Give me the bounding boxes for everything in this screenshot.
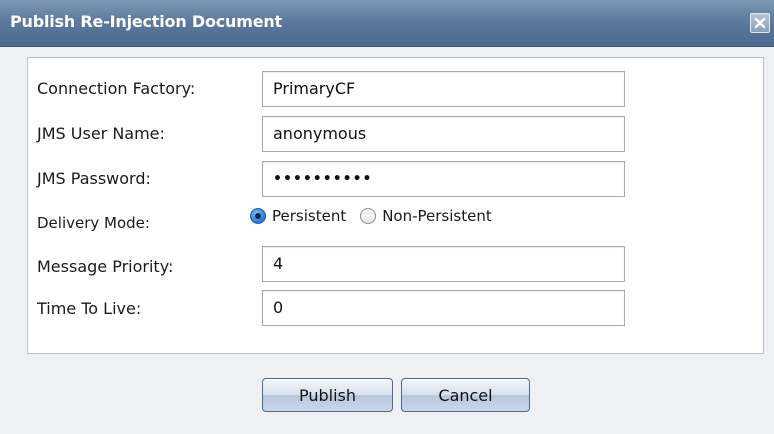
connection-factory-field[interactable]: PrimaryCF — [262, 71, 625, 107]
close-icon — [754, 17, 766, 29]
message-priority-field[interactable]: 4 — [262, 246, 625, 282]
jms-password-field[interactable]: •••••••••• — [262, 161, 625, 197]
dialog-title: Publish Re-Injection Document — [10, 12, 282, 31]
time-to-live-label: Time To Live: — [37, 299, 142, 318]
jms-user-name-field[interactable]: anonymous — [262, 116, 625, 152]
delivery-mode-label: Delivery Mode: — [37, 214, 150, 232]
publish-dialog: Publish Re-Injection Document Connection… — [0, 0, 774, 434]
connection-factory-label: Connection Factory: — [37, 79, 196, 98]
jms-user-name-label: JMS User Name: — [37, 124, 165, 143]
persistent-label: Persistent — [272, 207, 347, 225]
radio-unselected-icon[interactable] — [360, 208, 377, 224]
non-persistent-label: Non-Persistent — [382, 207, 492, 225]
delivery-mode-non-persistent-option[interactable]: Non-Persistent — [360, 207, 492, 225]
dialog-titlebar[interactable]: Publish Re-Injection Document — [0, 0, 774, 47]
close-button[interactable] — [750, 13, 770, 33]
radio-selected-icon[interactable] — [250, 208, 266, 224]
delivery-mode-radio-group: Persistent Non-Persistent — [250, 207, 492, 225]
time-to-live-field[interactable]: 0 — [262, 290, 625, 326]
jms-password-label: JMS Password: — [37, 169, 151, 188]
publish-button[interactable]: Publish — [262, 378, 393, 412]
message-priority-label: Message Priority: — [37, 257, 174, 276]
delivery-mode-persistent-option[interactable]: Persistent — [250, 207, 346, 225]
cancel-button[interactable]: Cancel — [401, 378, 530, 412]
